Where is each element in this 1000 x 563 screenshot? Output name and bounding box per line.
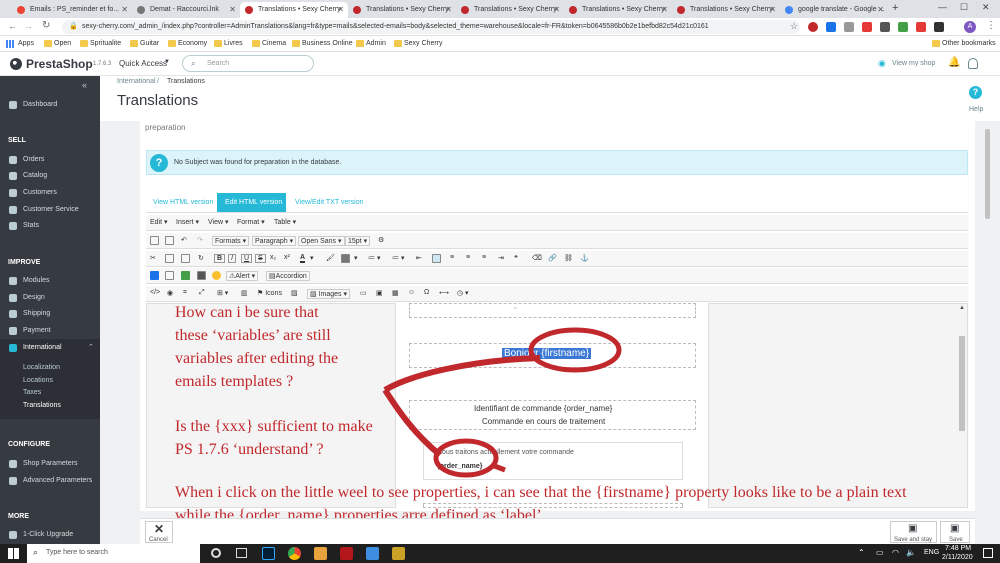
cortana-icon[interactable]	[211, 548, 221, 558]
battery-icon[interactable]: ▭	[876, 548, 884, 557]
form-footer: ✕ Cancel ▣ Save and stay ▣ Save	[140, 518, 975, 544]
taskbar-search-placeholder: Type here to search	[46, 549, 108, 556]
language-indicator[interactable]: ENG	[924, 549, 939, 556]
arrow-head	[491, 462, 506, 473]
file-explorer-icon[interactable]	[314, 547, 327, 560]
app-icon[interactable]	[392, 547, 405, 560]
windows-taskbar: ⌕ Type here to search ⌃ ▭ ◠ 🔈 ENG 7:48 P…	[0, 544, 1000, 563]
network-icon[interactable]: ◠	[892, 548, 899, 557]
notification-icon[interactable]	[983, 548, 993, 558]
clock-date[interactable]: 2/11/2020	[942, 554, 973, 561]
filezilla-icon[interactable]	[340, 547, 353, 560]
cancel-label: Cancel	[149, 537, 168, 543]
windows-start-icon[interactable]	[8, 548, 19, 559]
notepad-icon[interactable]	[366, 547, 379, 560]
photoshop-icon[interactable]	[262, 547, 275, 560]
save-icon: ▣	[908, 523, 918, 534]
save-label: Save	[949, 537, 963, 543]
arrow-line	[383, 355, 541, 393]
save-and-stay-button[interactable]: ▣ Save and stay	[890, 521, 937, 543]
arrow-line	[382, 388, 442, 458]
save-and-stay-label: Save and stay	[894, 537, 933, 543]
save-button[interactable]: ▣ Save	[940, 521, 970, 543]
clock-time[interactable]: 7:48 PM	[945, 545, 971, 552]
search-icon: ⌕	[33, 547, 39, 557]
circle-mark	[528, 327, 622, 373]
circle-mark	[433, 438, 499, 478]
cancel-button[interactable]: ✕ Cancel	[145, 521, 173, 543]
annotation-drawing	[382, 327, 622, 478]
close-icon: ✕	[154, 522, 165, 536]
save-icon: ▣	[950, 523, 960, 534]
chrome-icon[interactable]	[288, 547, 301, 560]
task-view-icon[interactable]	[236, 548, 247, 558]
volume-icon[interactable]: 🔈	[906, 548, 916, 557]
taskbar-search-box[interactable]: ⌕ Type here to search	[27, 544, 200, 563]
chevron-up-icon[interactable]: ⌃	[858, 548, 865, 557]
